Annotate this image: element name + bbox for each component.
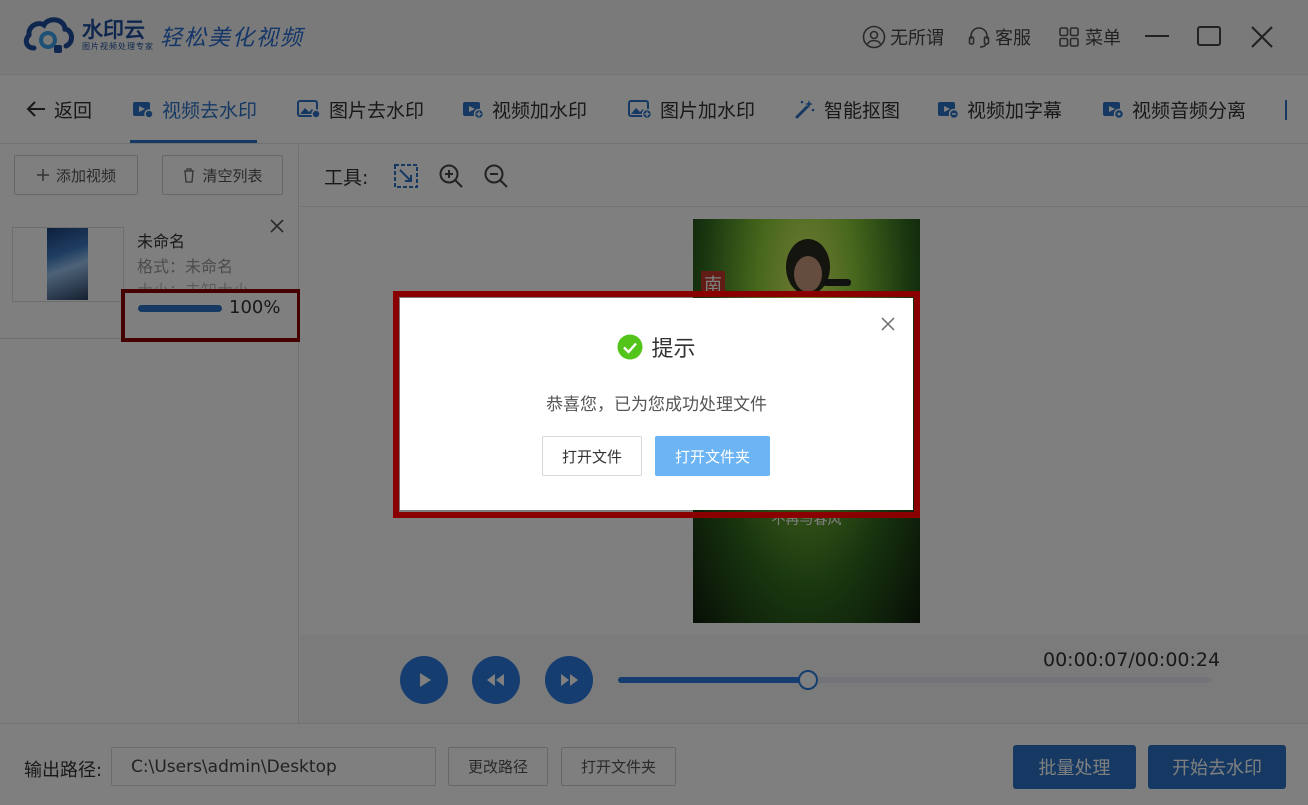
open-file-button[interactable]: 打开文件: [542, 436, 642, 476]
dialog-message: 恭喜您，已为您成功处理文件: [546, 395, 767, 415]
success-check-icon: [617, 334, 643, 360]
dialog-header: 提示: [400, 330, 913, 364]
dialog-title: 提示: [651, 337, 696, 362]
open-folder-button[interactable]: 打开文件夹: [655, 436, 770, 476]
